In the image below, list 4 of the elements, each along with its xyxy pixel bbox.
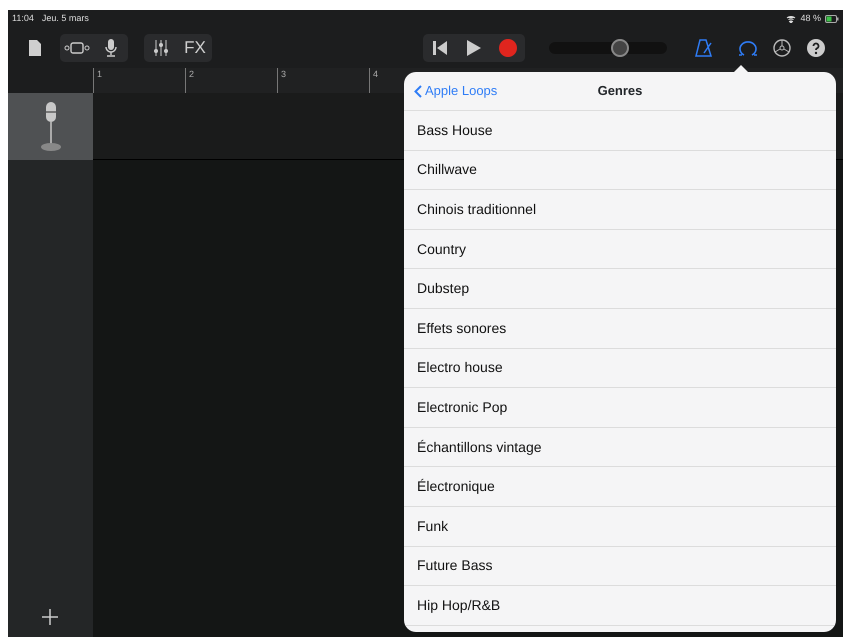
status-date: Jeu. 5 mars bbox=[42, 12, 89, 25]
popover-title: Genres bbox=[598, 82, 642, 100]
status-time: 11:04 bbox=[12, 12, 34, 25]
battery-percent: 48 % bbox=[800, 12, 821, 25]
